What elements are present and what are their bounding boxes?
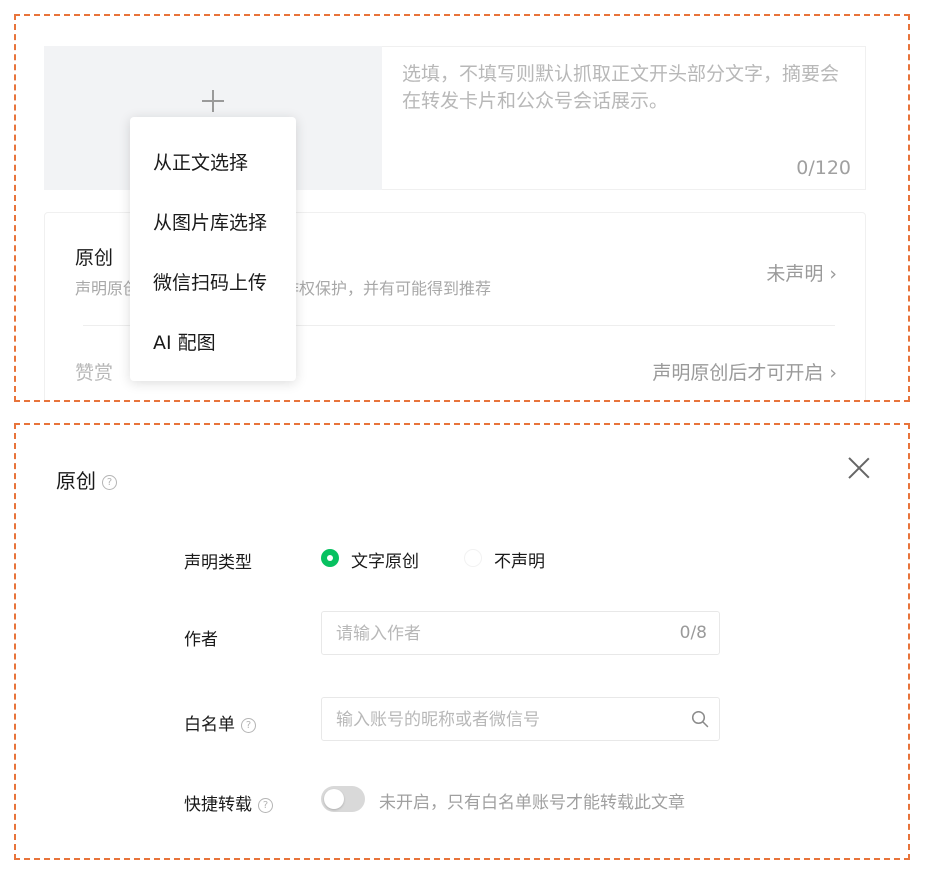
declare-type-label: 声明类型 [184, 553, 252, 573]
quick-repost-toggle[interactable] [321, 786, 365, 812]
dialog-title-text: 原创 [56, 469, 96, 493]
help-icon[interactable]: ? [241, 717, 256, 733]
whitelist-label: 白名单? [184, 710, 256, 735]
reward-status-link[interactable]: 声明原创后才可开启 › [652, 358, 837, 385]
dialog-title: 原创? [56, 465, 117, 494]
search-icon[interactable] [691, 710, 709, 728]
author-label: 作者 [184, 630, 218, 650]
original-dialog: 原创? 声明类型 文字原创 不声明 作者 0/8 白名单? 快捷转载? 未开启，… [14, 423, 910, 860]
help-icon[interactable]: ? [258, 797, 273, 813]
summary-input[interactable]: 选填，不填写则默认抓取正文开头部分文字，摘要会在转发卡片和公众号会话展示。 0/… [382, 46, 866, 190]
author-input[interactable] [334, 612, 668, 656]
author-field[interactable]: 0/8 [321, 611, 720, 656]
original-status-link[interactable]: 未声明 › [766, 259, 837, 286]
help-icon[interactable]: ? [102, 475, 117, 490]
close-icon[interactable] [848, 457, 870, 479]
menu-item-wechat-scan-upload[interactable]: 微信扫码上传 [153, 268, 267, 295]
plus-icon[interactable] [202, 90, 224, 112]
whitelist-search-input[interactable] [334, 698, 668, 742]
radio-no-declare[interactable] [464, 549, 482, 567]
menu-item-ai-image[interactable]: AI 配图 [153, 328, 216, 355]
quick-repost-status-text: 未开启，只有白名单账号才能转载此文章 [379, 793, 685, 813]
whitelist-label-text: 白名单 [184, 715, 235, 735]
reward-setting-title: 赞赏 [75, 362, 114, 384]
cover-summary-panel: 选填，不填写则默认抓取正文开头部分文字，摘要会在转发卡片和公众号会话展示。 0/… [14, 14, 910, 402]
menu-item-from-article[interactable]: 从正文选择 [153, 148, 248, 175]
quick-repost-label: 快捷转载? [184, 790, 273, 815]
radio-label-no-declare[interactable]: 不声明 [494, 547, 545, 572]
author-char-count: 0/8 [679, 623, 707, 643]
summary-placeholder: 选填，不填写则默认抓取正文开头部分文字，摘要会在转发卡片和公众号会话展示。 [402, 63, 840, 112]
cover-source-menu: 从正文选择 从图片库选择 微信扫码上传 AI 配图 [130, 117, 296, 381]
menu-item-from-library[interactable]: 从图片库选择 [153, 208, 267, 235]
whitelist-field[interactable] [321, 697, 720, 742]
summary-char-count: 0/120 [796, 157, 851, 179]
radio-label-text-original[interactable]: 文字原创 [351, 547, 419, 572]
quick-repost-label-text: 快捷转载 [184, 795, 252, 815]
original-desc-right: 作权保护，并有可能得到推荐 [283, 279, 492, 298]
toggle-knob [324, 789, 344, 809]
original-setting-title[interactable]: 原创 [75, 243, 113, 270]
radio-text-original[interactable] [321, 549, 339, 567]
